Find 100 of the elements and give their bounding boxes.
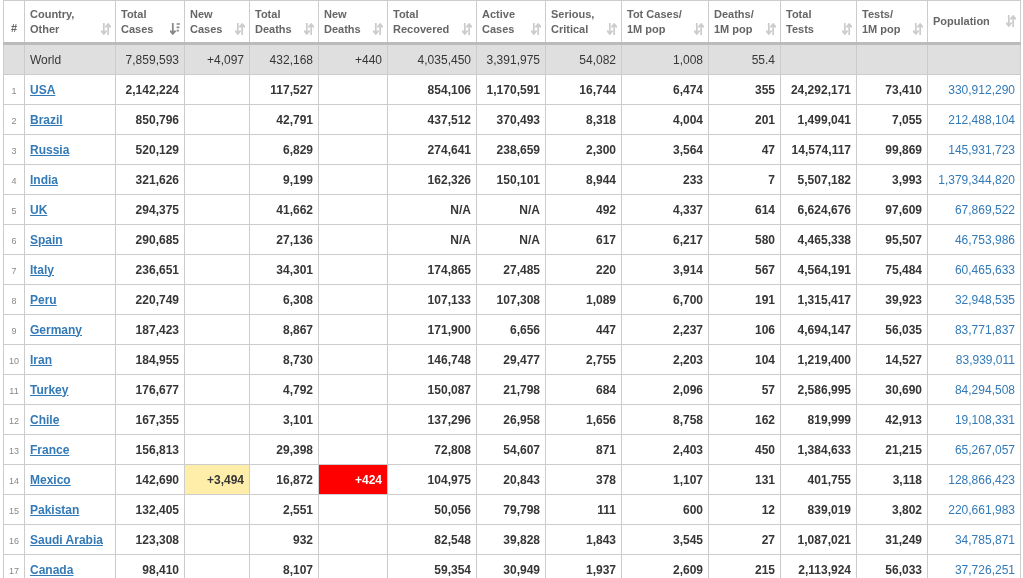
table-cell: 142,690 xyxy=(115,464,185,495)
table-cell: 4,035,450 xyxy=(387,43,477,75)
sort-icon[interactable] xyxy=(607,22,617,35)
table-cell: 378 xyxy=(545,464,622,495)
table-cell: 150,087 xyxy=(387,374,477,405)
sort-icon[interactable] xyxy=(842,22,852,35)
table-cell: 83,939,011 xyxy=(927,344,1021,375)
table-cell: 294,375 xyxy=(115,194,185,225)
country-link[interactable]: Pakistan xyxy=(30,502,80,517)
country-link[interactable]: Canada xyxy=(30,562,74,577)
sort-icon[interactable] xyxy=(1006,15,1016,27)
rank-cell: 5 xyxy=(3,194,25,225)
table-cell: 355 xyxy=(708,74,781,105)
table-cell: 42,913 xyxy=(856,404,928,435)
table-cell: 79,798 xyxy=(476,494,546,525)
table-cell: 29,477 xyxy=(476,344,546,375)
rank-cell: 2 xyxy=(3,104,25,135)
table-cell: 871 xyxy=(545,434,622,465)
table-cell: 437,512 xyxy=(387,104,477,135)
table-cell: 7 xyxy=(708,164,781,195)
country-link[interactable]: Iran xyxy=(30,352,52,367)
table-cell: 1,384,633 xyxy=(780,434,857,465)
country-link[interactable]: Spain xyxy=(30,232,63,247)
table-cell: 212,488,104 xyxy=(927,104,1021,135)
sort-icon[interactable] xyxy=(531,22,541,35)
table-cell: 131 xyxy=(708,464,781,495)
table-cell: 6,474 xyxy=(621,74,709,105)
table-cell: 3,802 xyxy=(856,494,928,525)
table-cell: 614 xyxy=(708,194,781,225)
table-cell: N/A xyxy=(387,224,477,255)
table-cell: 56,035 xyxy=(856,314,928,345)
table-cell: 567 xyxy=(708,254,781,285)
table-cell: 27,136 xyxy=(249,224,319,255)
sort-descending-icon[interactable] xyxy=(170,22,180,35)
table-cell: 1,087,021 xyxy=(780,524,857,555)
table-cell: 5,507,182 xyxy=(780,164,857,195)
table-cell: 2,300 xyxy=(545,134,622,165)
table-cell: 2,237 xyxy=(621,314,709,345)
sort-icon[interactable] xyxy=(766,22,776,35)
table-cell: 187,423 xyxy=(115,314,185,345)
sort-icon[interactable] xyxy=(304,22,314,35)
rank-cell: 10 xyxy=(3,344,25,375)
country-link[interactable]: UK xyxy=(30,202,48,217)
country-link[interactable]: Saudi Arabia xyxy=(30,532,103,547)
sort-icon[interactable] xyxy=(913,22,923,35)
country-link[interactable]: France xyxy=(30,442,70,457)
country-link[interactable]: Russia xyxy=(30,142,70,157)
table-cell: 492 xyxy=(545,194,622,225)
table-cell: 156,813 xyxy=(115,434,185,465)
country-link[interactable]: India xyxy=(30,172,58,187)
table-cell: 21,798 xyxy=(476,374,546,405)
country-link[interactable]: Chile xyxy=(30,412,60,427)
table-cell: 7,859,593 xyxy=(115,43,185,75)
table-cell: 99,869 xyxy=(856,134,928,165)
table-cell: 117,527 xyxy=(249,74,319,105)
sort-icon[interactable] xyxy=(694,22,704,35)
rank-cell: 8 xyxy=(3,284,25,315)
sort-icon[interactable] xyxy=(101,22,111,35)
country-link[interactable]: Mexico xyxy=(30,472,71,487)
country-cell: World xyxy=(24,43,116,75)
table-cell xyxy=(856,43,928,75)
table-cell: 220,661,983 xyxy=(927,494,1021,525)
table-cell: 176,677 xyxy=(115,374,185,405)
table-cell: 104 xyxy=(708,344,781,375)
table-cell: 617 xyxy=(545,224,622,255)
rank-cell: 17 xyxy=(3,554,25,578)
sort-icon[interactable] xyxy=(462,22,472,35)
rank-cell: 16 xyxy=(3,524,25,555)
table-cell: 46,753,986 xyxy=(927,224,1021,255)
table-cell: 84,294,508 xyxy=(927,374,1021,405)
sort-icon[interactable] xyxy=(373,22,383,35)
table-cell: 39,923 xyxy=(856,284,928,315)
table-cell: 72,808 xyxy=(387,434,477,465)
country-link[interactable]: Turkey xyxy=(30,382,69,397)
table-cell: 3,993 xyxy=(856,164,928,195)
table-cell: 54,607 xyxy=(476,434,546,465)
table-cell: 4,004 xyxy=(621,104,709,135)
sort-icon[interactable] xyxy=(235,22,245,35)
table-cell: 27 xyxy=(708,524,781,555)
table-cell: 106 xyxy=(708,314,781,345)
table-cell: 57 xyxy=(708,374,781,405)
table-cell: 3,101 xyxy=(249,404,319,435)
table-cell: 2,203 xyxy=(621,344,709,375)
table-cell: 839,019 xyxy=(780,494,857,525)
table-cell: 932 xyxy=(249,524,319,555)
table-cell: 2,403 xyxy=(621,434,709,465)
table-cell: +3,494 xyxy=(184,464,250,495)
table-cell: 819,999 xyxy=(780,404,857,435)
table-cell: 238,659 xyxy=(476,134,546,165)
country-link[interactable]: USA xyxy=(30,82,56,97)
table-cell: 145,931,723 xyxy=(927,134,1021,165)
table-cell: 1,379,344,820 xyxy=(927,164,1021,195)
table-cell: 97,609 xyxy=(856,194,928,225)
country-link[interactable]: Peru xyxy=(30,292,57,307)
country-link[interactable]: Italy xyxy=(30,262,54,277)
rank-cell: 11 xyxy=(3,374,25,405)
table-cell: 401,755 xyxy=(780,464,857,495)
table-cell: 32,948,535 xyxy=(927,284,1021,315)
country-link[interactable]: Germany xyxy=(30,322,83,337)
country-link[interactable]: Brazil xyxy=(30,112,63,127)
